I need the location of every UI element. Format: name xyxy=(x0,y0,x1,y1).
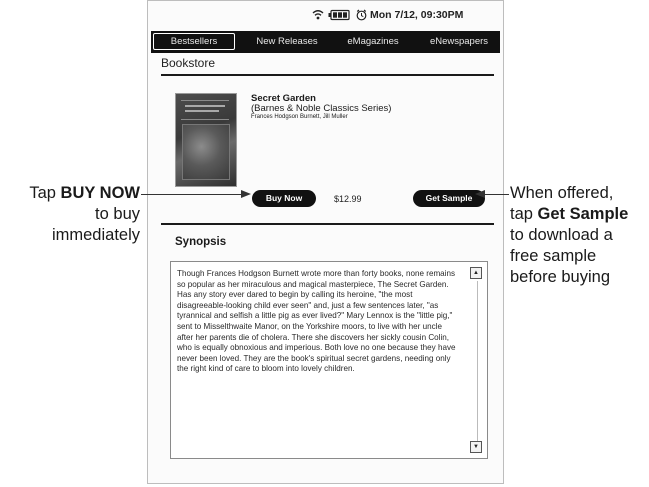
scroll-up-icon[interactable]: ▲ xyxy=(470,267,482,279)
synopsis-text: Though Frances Hodgson Burnett wrote mor… xyxy=(177,269,456,374)
cover-illustration xyxy=(182,124,230,180)
book-authors: Frances Hodgson Burnett, Jill Muller xyxy=(251,114,348,120)
callout-text: Tap xyxy=(29,184,61,202)
callout-text: to download a xyxy=(510,226,613,244)
get-sample-arrow-icon xyxy=(475,190,485,198)
book-cover-image[interactable] xyxy=(175,93,237,187)
callout-text: before buying xyxy=(510,268,610,286)
callout-text: tap xyxy=(510,205,538,223)
datetime: Mon 7/12, 09:30PM xyxy=(370,9,464,21)
wifi-icon xyxy=(312,9,324,24)
callout-text: When offered, xyxy=(510,184,614,202)
callout-text: free sample xyxy=(510,247,597,265)
get-sample-callout: When offered, tap Get Sample to download… xyxy=(510,183,649,288)
callout-text: immediately xyxy=(51,226,140,244)
get-sample-leader-line xyxy=(485,194,509,195)
page-title: Bookstore xyxy=(161,56,216,70)
callout-text: to buy xyxy=(95,205,140,223)
battery-icon xyxy=(328,9,350,24)
callout-emphasis: BUY NOW xyxy=(60,184,140,202)
divider xyxy=(161,74,494,76)
tab-new-releases[interactable]: New Releases xyxy=(247,34,327,50)
clock-icon xyxy=(356,9,367,24)
buy-now-callout: Tap BUY NOW to buy immediately xyxy=(0,183,140,246)
divider xyxy=(161,223,494,225)
category-tabbar: Bestsellers New Releases eMagazines eNew… xyxy=(151,31,500,53)
cover-title-line xyxy=(185,110,219,112)
cover-title-line xyxy=(185,105,225,107)
buy-now-arrow-icon xyxy=(241,190,251,198)
synopsis-panel[interactable]: Though Frances Hodgson Burnett wrote mor… xyxy=(170,261,488,459)
tab-emagazines[interactable]: eMagazines xyxy=(333,34,413,50)
status-bar: Mon 7/12, 09:30PM xyxy=(148,7,503,25)
synopsis-heading: Synopsis xyxy=(175,236,227,248)
tab-bestsellers[interactable]: Bestsellers xyxy=(153,33,235,50)
scrollbar-track[interactable] xyxy=(477,281,478,441)
scroll-down-icon[interactable]: ▼ xyxy=(470,441,482,453)
book-price: $12.99 xyxy=(334,194,362,204)
ereader-screen: Mon 7/12, 09:30PM Bestsellers New Releas… xyxy=(147,0,504,484)
buy-now-leader-line xyxy=(141,194,241,195)
callout-emphasis: Get Sample xyxy=(537,205,629,223)
buy-now-button[interactable]: Buy Now xyxy=(252,190,316,207)
tab-enewspapers[interactable]: eNewspapers xyxy=(419,34,499,50)
book-series: (Barnes & Noble Classics Series) xyxy=(251,103,392,114)
